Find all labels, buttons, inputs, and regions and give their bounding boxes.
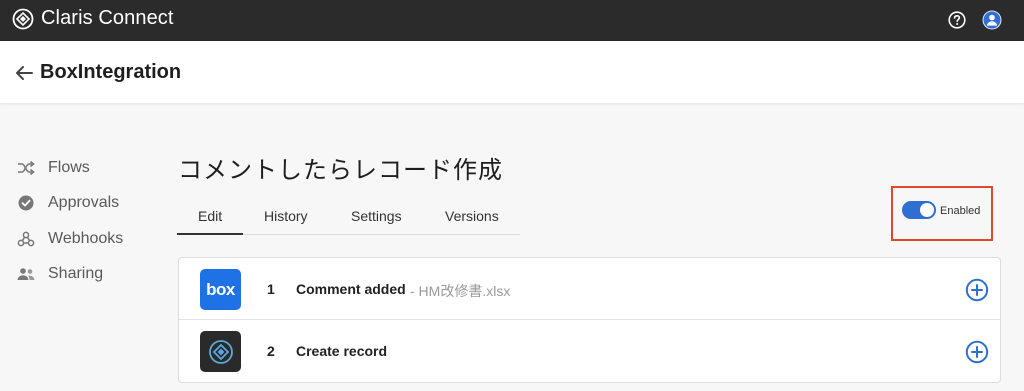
tab-edit[interactable]: Edit bbox=[198, 208, 222, 224]
brand[interactable]: Claris Connect bbox=[12, 7, 174, 30]
sidebar-item-approvals[interactable]: Approvals bbox=[16, 186, 123, 222]
top-bar: Claris Connect bbox=[0, 0, 1024, 41]
sidebar-item-label: Flows bbox=[48, 158, 90, 176]
flow-title: コメントしたらレコード作成 bbox=[178, 156, 503, 184]
step-title: Create record bbox=[296, 343, 388, 359]
sidebar-item-label: Webhooks bbox=[48, 229, 124, 247]
toggle-knob bbox=[920, 203, 934, 217]
tab-settings[interactable]: Settings bbox=[351, 208, 402, 224]
sidebar-item-label: Sharing bbox=[48, 265, 104, 283]
box-app-icon: box bbox=[200, 269, 241, 310]
box-app-label: box bbox=[206, 279, 235, 299]
sidebar-item-flows[interactable]: Flows bbox=[16, 150, 123, 186]
page-header: BoxIntegration bbox=[0, 41, 1024, 103]
arrow-left-icon[interactable] bbox=[14, 65, 34, 81]
sidebar: Flows Approvals Webhooks Sharing bbox=[16, 150, 123, 292]
step-title: Comment added bbox=[296, 281, 406, 297]
people-icon bbox=[16, 265, 36, 283]
step-number: 1 bbox=[267, 281, 275, 297]
flow-steps: box 1 Comment added - HM改修書.xlsx 2 Creat… bbox=[178, 257, 1001, 383]
flow-step[interactable]: 2 Create record bbox=[179, 320, 1000, 382]
page-title: BoxIntegration bbox=[40, 61, 182, 83]
claris-app-icon bbox=[200, 331, 241, 372]
shuffle-icon bbox=[16, 159, 36, 177]
claris-logo-icon bbox=[12, 8, 34, 29]
sidebar-item-sharing[interactable]: Sharing bbox=[16, 257, 123, 293]
brand-name: Claris Connect bbox=[41, 7, 174, 29]
help-icon[interactable] bbox=[948, 11, 966, 29]
tab-versions[interactable]: Versions bbox=[445, 208, 499, 224]
sidebar-item-label: Approvals bbox=[48, 194, 120, 212]
tab-history[interactable]: History bbox=[264, 208, 308, 224]
enabled-toggle[interactable] bbox=[902, 201, 936, 219]
claris-logo-icon bbox=[208, 339, 233, 364]
sidebar-item-webhooks[interactable]: Webhooks bbox=[16, 221, 123, 257]
add-circle-icon[interactable] bbox=[965, 340, 989, 364]
user-avatar-icon[interactable] bbox=[982, 10, 1002, 30]
active-tab-indicator bbox=[177, 233, 243, 235]
flow-step[interactable]: box 1 Comment added - HM改修書.xlsx bbox=[179, 258, 1000, 320]
step-number: 2 bbox=[267, 343, 275, 359]
add-circle-icon[interactable] bbox=[965, 278, 989, 302]
flow-tabs: Edit History Settings Versions bbox=[177, 198, 520, 235]
enabled-label: Enabled bbox=[940, 205, 981, 217]
step-detail: - HM改修書.xlsx bbox=[410, 283, 511, 299]
check-circle-icon bbox=[16, 194, 36, 212]
webhook-icon bbox=[16, 230, 36, 248]
